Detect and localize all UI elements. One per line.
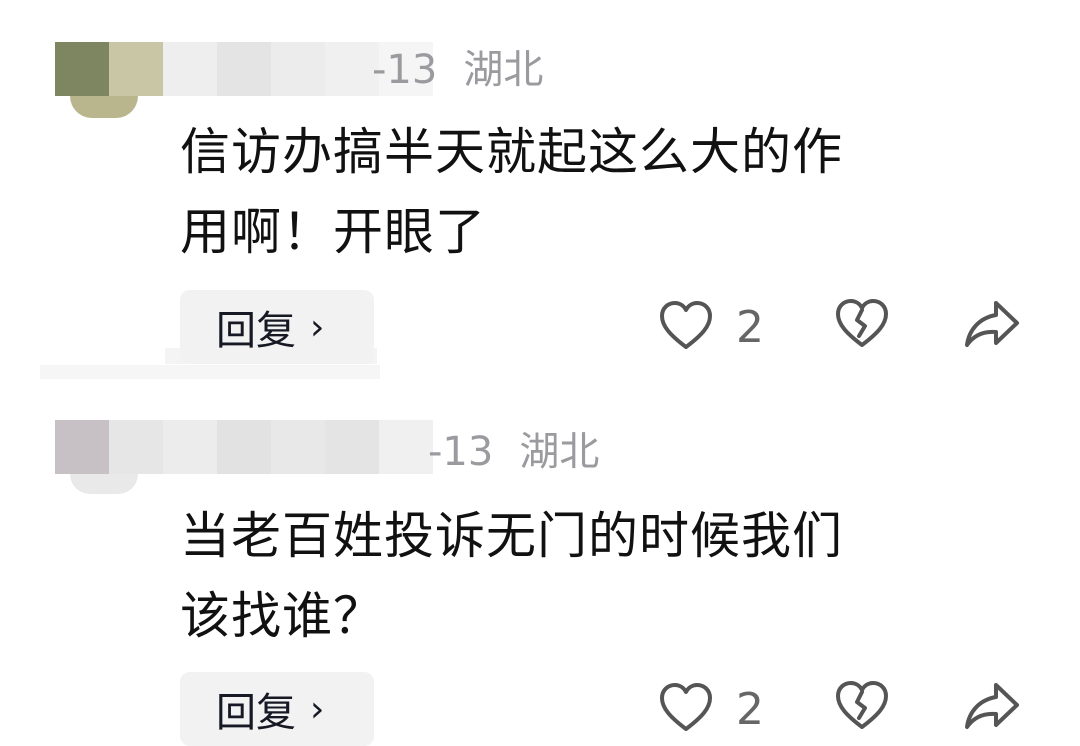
comment-text: 当老百姓投诉无门的时候我们 该找谁？ xyxy=(180,496,1020,656)
comment-date: -13 xyxy=(372,47,438,93)
heart-icon[interactable] xyxy=(658,682,714,734)
chevron-right-icon: › xyxy=(310,306,325,348)
like-count: 2 xyxy=(736,684,764,735)
reply-label: 回复 xyxy=(216,308,296,354)
comment-text-line: 信访办搞半天就起这么大的作 xyxy=(180,123,843,181)
comment-item: -13 湖北 当老百姓投诉无门的时候我们 该找谁？ 回复 › 2 xyxy=(0,380,1080,746)
heart-icon[interactable] xyxy=(658,300,714,352)
blurred-area xyxy=(40,365,380,379)
avatar[interactable] xyxy=(70,96,138,118)
reply-button[interactable]: 回复 › xyxy=(180,672,374,746)
broken-heart-icon[interactable] xyxy=(834,298,890,350)
share-icon[interactable] xyxy=(962,298,1022,350)
comment-location: 湖北 xyxy=(519,429,600,475)
like-count: 2 xyxy=(736,302,764,353)
comment-meta: -13 湖北 xyxy=(372,50,543,90)
broken-heart-icon[interactable] xyxy=(834,680,890,732)
comment-text-line: 当老百姓投诉无门的时候我们 xyxy=(180,507,843,565)
comment-text: 信访办搞半天就起这么大的作 用啊！开眼了 xyxy=(180,112,1020,272)
reply-button[interactable]: 回复 › xyxy=(180,290,374,364)
comment-item: -13 湖北 信访办搞半天就起这么大的作 用啊！开眼了 回复 › 2 xyxy=(0,0,1080,372)
reply-label: 回复 xyxy=(216,690,296,736)
chevron-right-icon: › xyxy=(310,688,325,730)
blurred-avatar-username[interactable] xyxy=(55,420,433,474)
comment-meta: -13 湖北 xyxy=(428,432,599,472)
comment-text-line: 用啊！开眼了 xyxy=(180,203,486,261)
comment-date: -13 xyxy=(428,429,494,475)
comment-location: 湖北 xyxy=(463,47,544,93)
share-icon[interactable] xyxy=(962,680,1022,732)
comment-text-line: 该找谁？ xyxy=(180,587,384,645)
avatar[interactable] xyxy=(70,474,138,494)
